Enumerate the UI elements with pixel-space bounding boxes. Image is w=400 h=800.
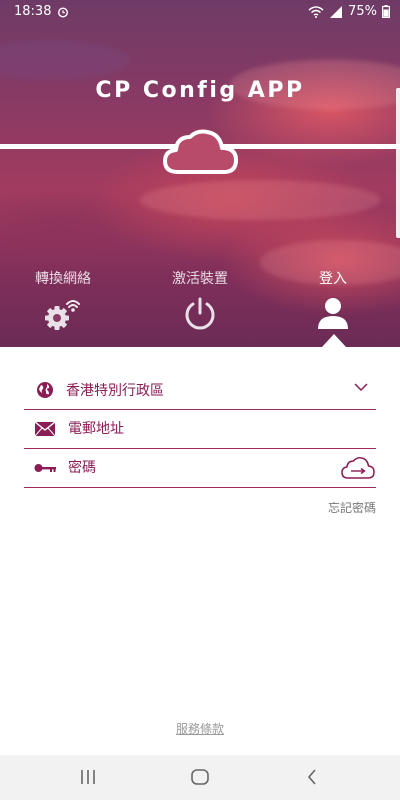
tab-label: 登入: [319, 271, 347, 287]
tab-activate-device[interactable]: 激活裝置: [145, 268, 255, 332]
recent-apps-icon[interactable]: [78, 767, 98, 787]
tab-label: 轉換網絡: [35, 271, 91, 287]
terms-of-service-link[interactable]: 服務條款: [0, 720, 400, 737]
wifi-icon: [308, 5, 324, 18]
side-edge-handle[interactable]: [396, 88, 400, 238]
status-time: 18:38: [14, 4, 52, 19]
status-bar: 18:38 75%: [0, 0, 400, 24]
system-nav-bar: [0, 755, 400, 800]
cloud-icon: [163, 129, 238, 174]
forgot-password-link[interactable]: 忘記密碼: [328, 499, 376, 516]
battery-percent: 75%: [348, 4, 377, 19]
tab-login[interactable]: 登入: [278, 268, 388, 330]
email-field[interactable]: [24, 410, 376, 449]
signal-icon: [330, 5, 343, 18]
login-form: 香港特別行政區: [24, 370, 376, 488]
region-value: 香港特別行政區: [66, 382, 164, 399]
alarm-icon: [58, 6, 69, 18]
home-icon[interactable]: [189, 767, 211, 787]
email-input[interactable]: [66, 420, 330, 438]
hero-banner: CP Config APP 轉換網絡 激活裝置 登入: [0, 0, 400, 347]
tab-switch-network[interactable]: 轉換網絡: [8, 268, 118, 332]
password-input[interactable]: [66, 459, 330, 477]
battery-icon: [382, 5, 390, 18]
cloud-submit-icon[interactable]: [340, 455, 376, 481]
key-icon: [34, 463, 56, 473]
chevron-down-icon[interactable]: [354, 382, 368, 392]
password-field[interactable]: [24, 449, 376, 488]
back-icon[interactable]: [304, 767, 320, 787]
active-tab-pointer: [322, 334, 346, 347]
user-icon: [318, 298, 348, 329]
tab-label: 激活裝置: [172, 271, 228, 287]
envelope-icon: [34, 422, 56, 436]
power-icon: [185, 297, 215, 330]
region-select[interactable]: 香港特別行政區: [24, 370, 376, 410]
app-title: CP Config APP: [95, 78, 305, 103]
gear-wifi-icon: [45, 300, 80, 330]
globe-icon: [34, 381, 56, 399]
